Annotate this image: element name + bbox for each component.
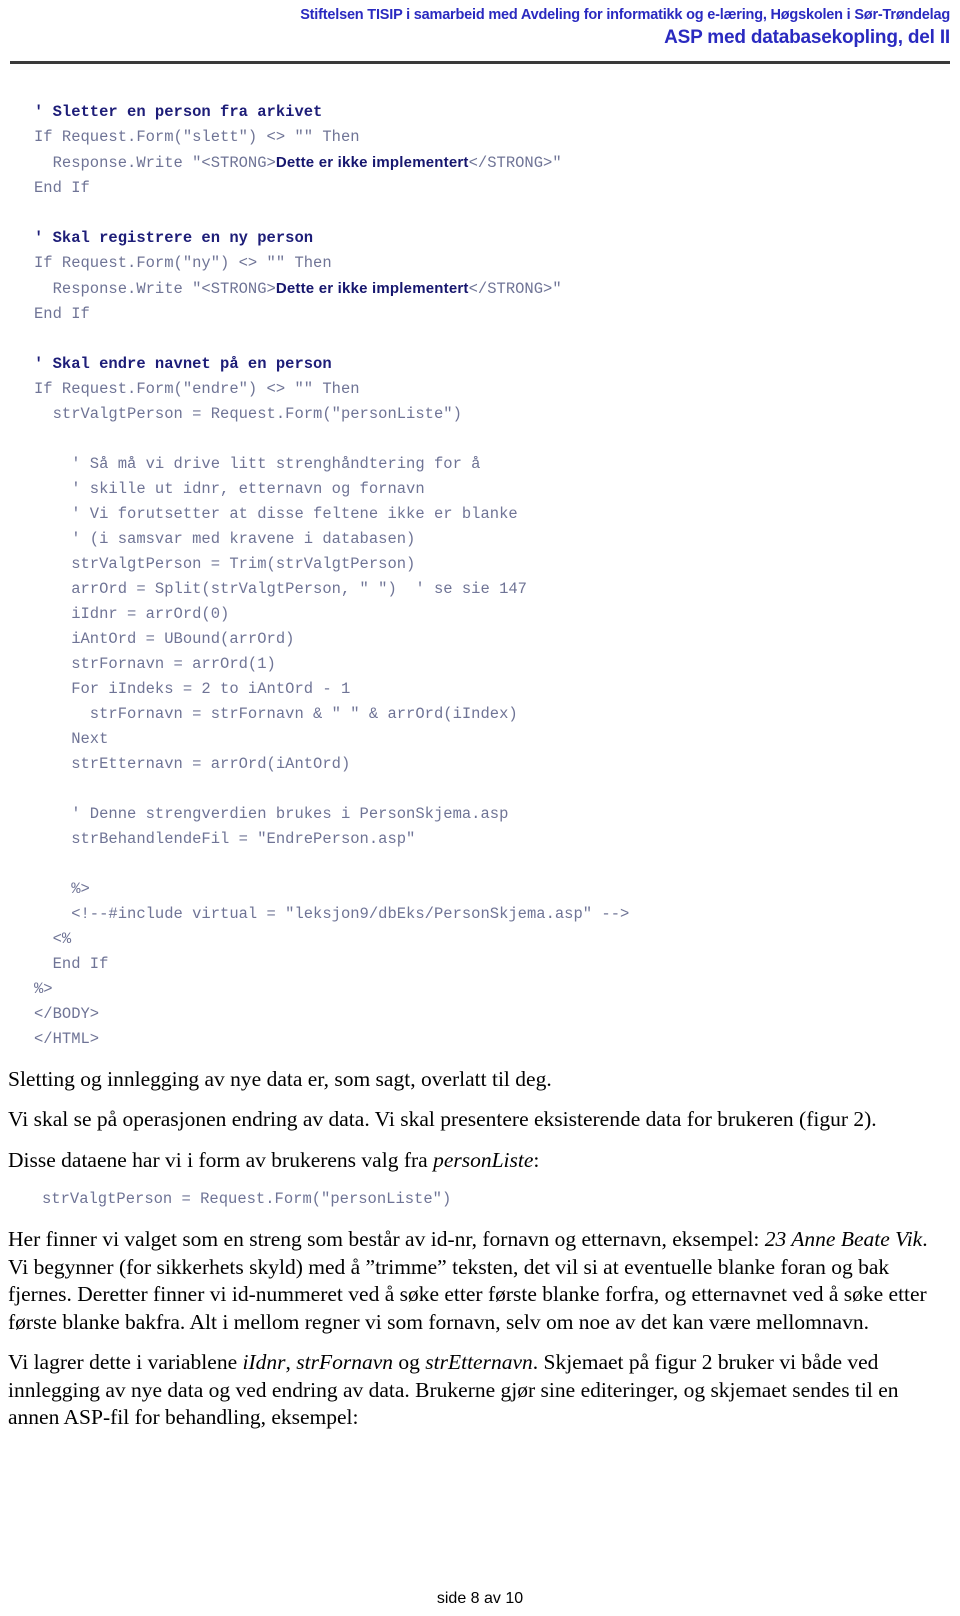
code-line: ' (i samsvar med kravene i databasen) [34,529,416,548]
paragraph-2: Vi skal se på operasjonen endring av dat… [8,1107,877,1132]
paragraph-5-mid-2: og [393,1350,426,1375]
code-line: strFornavn = arrOrd(1) [34,654,276,673]
header-organization-line: Stiftelsen TISIP i samarbeid med Avdelin… [300,7,950,23]
inline-code-snippet: strValgtPerson = Request.Form("personLis… [42,1190,452,1209]
code-line: arrOrd = Split(strValgtPerson, " ") ' se… [34,579,527,598]
paragraph-5: Vi lagrer dette i variablene iIdnr, strF… [8,1349,938,1432]
paragraph-5-emphasis-2: strFornavn [296,1350,393,1375]
code-line: </BODY> [34,1004,100,1023]
code-comment: ' Skal endre navnet på en person [34,354,332,373]
code-line: If Request.Form("ny") <> "" Then [34,253,332,272]
code-line: strBehandlendeFil = "EndrePerson.asp" [34,829,416,848]
paragraph-3: Disse dataene har vi i form av brukerens… [8,1147,938,1175]
code-line: If Request.Form("endre") <> "" Then [34,379,360,398]
code-line: <!--#include virtual = "leksjon9/dbEks/P… [34,904,630,923]
page-number-label: side 8 av 10 [436,1590,524,1607]
paragraph-5-pre: Vi lagrer dette i variablene [8,1350,243,1375]
code-line: iAntOrd = UBound(arrOrd) [34,629,295,648]
code-text: Response.Write "<STRONG> [34,279,276,298]
code-listing: ' Sletter en person fra arkivet If Reques… [0,100,960,1052]
paragraph-5-mid-1: , [285,1350,297,1375]
code-line: ' Vi forutsetter at disse feltene ikke e… [34,504,518,523]
code-line: ' Denne strengverdien brukes i PersonSkj… [34,804,509,823]
code-strong-text: Dette er ikke implementert [275,153,469,171]
code-line: Response.Write "<STRONG>Dette er ikke im… [34,276,960,302]
document-page: Stiftelsen TISIP i samarbeid med Avdelin… [0,0,960,1616]
code-line: Next [34,729,109,748]
paragraph-5-emphasis-3: strEtternavn [425,1350,533,1375]
code-line: ' Skal registrere en ny person [34,226,960,251]
code-line: strFornavn = strFornavn & " " & arrOrd(i… [34,704,518,723]
code-line: For iIndeks = 2 to iAntOrd - 1 [34,679,351,698]
paragraph-3-pre: Disse dataene har vi i form av brukerens… [8,1147,434,1172]
code-text: </STRONG>" [468,279,562,298]
paragraph-4: Her finner vi valget som en streng som b… [8,1226,938,1336]
code-line: strEtternavn = arrOrd(iAntOrd) [34,754,351,773]
header-divider [10,60,950,64]
code-line: <% [34,929,72,948]
paragraph-4-pre: Her finner vi valget som en streng som b… [8,1227,765,1252]
page-header: Stiftelsen TISIP i samarbeid med Avdelin… [0,0,960,64]
code-line: If Request.Form("slett") <> "" Then [34,127,360,146]
body-content: Sletting og innlegging av nye data er, s… [0,1066,960,1432]
code-line: </HTML> [34,1029,100,1048]
page-footer: side 8 av 10 [0,1590,960,1608]
paragraph-5-emphasis-1: iIdnr [242,1350,286,1375]
header-document-title: ASP med databasekopling, del II [664,27,950,49]
code-line: ' Så må vi drive litt strenghåndtering f… [34,454,481,473]
code-line: strValgtPerson = Trim(strValgtPerson) [34,554,416,573]
paragraph-3-post: : [533,1147,540,1172]
code-comment: ' Sletter en person fra arkivet [34,102,323,121]
code-line: strValgtPerson = Request.Form("personLis… [34,404,462,423]
code-line: iIdnr = arrOrd(0) [34,604,230,623]
paragraph-1: Sletting og innlegging av nye data er, s… [8,1066,552,1091]
code-line: %> [34,879,90,898]
code-comment: ' Skal registrere en ny person [34,228,314,247]
code-text: Response.Write "<STRONG> [34,153,276,172]
paragraph-4-emphasis: 23 Anne Beate Vik [764,1227,923,1252]
code-text: </STRONG>" [468,153,562,172]
code-line: End If [34,954,109,973]
code-line: Response.Write "<STRONG>Dette er ikke im… [34,150,960,176]
code-line: ' skille ut idnr, etternavn og fornavn [34,479,425,498]
code-strong-text: Dette er ikke implementert [275,279,469,297]
code-line: End If [34,304,90,323]
code-line: End If [34,178,90,197]
code-line: ' Sletter en person fra arkivet [34,100,960,125]
paragraph-3-emphasis: personListe [433,1147,534,1172]
code-line: %> [34,979,53,998]
code-line: ' Skal endre navnet på en person [34,352,960,377]
